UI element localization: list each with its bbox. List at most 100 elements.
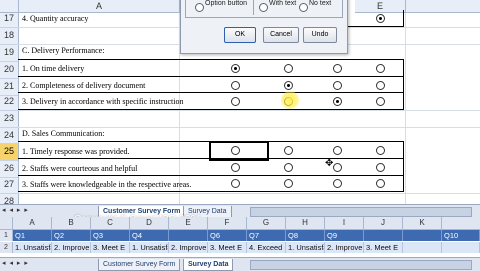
value-cell[interactable]: 2. Improve bbox=[325, 242, 364, 253]
row-number[interactable]: 27 bbox=[0, 176, 18, 194]
survey-data-grid: A B C D E F G H I J K 1 2 Q1 Q2 Q3 Q4 Q6… bbox=[0, 217, 480, 257]
row-number[interactable]: 22 bbox=[0, 93, 18, 111]
header-cell[interactable]: Q2 bbox=[52, 230, 91, 241]
column-header[interactable]: I bbox=[325, 217, 364, 230]
header-cell[interactable]: Q7 bbox=[247, 230, 286, 241]
radio-button[interactable] bbox=[231, 97, 240, 106]
radio-button[interactable] bbox=[333, 179, 342, 188]
radio-button[interactable] bbox=[376, 14, 385, 23]
question-specific-instruction[interactable]: 3. Delivery in accordance with specific … bbox=[22, 96, 184, 108]
horizontal-scrollbar[interactable] bbox=[250, 260, 472, 270]
table-border bbox=[18, 191, 404, 192]
row-number[interactable]: 23 bbox=[0, 110, 18, 128]
question-completeness-document[interactable]: 2. Completeness of delivery document bbox=[22, 80, 145, 92]
header-cell[interactable] bbox=[403, 230, 442, 241]
header-cell[interactable]: Q1 bbox=[13, 230, 52, 241]
column-header-a[interactable]: A bbox=[19, 0, 180, 13]
column-header[interactable]: K bbox=[403, 217, 442, 230]
section-delivery-performance[interactable]: C. Delivery Performance: bbox=[22, 45, 104, 57]
radio-button[interactable] bbox=[284, 81, 293, 90]
value-cell[interactable]: 3. Meet E bbox=[208, 242, 247, 253]
value-cell[interactable]: 1. Unsatisfa bbox=[13, 242, 52, 253]
column-header[interactable]: D bbox=[130, 217, 169, 230]
header-cell[interactable]: Q8 bbox=[286, 230, 325, 241]
value-cell[interactable]: 3. Meet E bbox=[91, 242, 130, 253]
radio-button[interactable] bbox=[231, 163, 240, 172]
value-cell[interactable]: 2. Improve bbox=[169, 242, 208, 253]
radio-button[interactable] bbox=[333, 146, 342, 155]
row-number[interactable]: 17 bbox=[0, 10, 18, 28]
radio-button[interactable] bbox=[284, 179, 293, 188]
header-cell[interactable] bbox=[169, 230, 208, 241]
column-header-e[interactable]: E bbox=[355, 0, 406, 13]
question-staff-knowledgeable[interactable]: 3. Staffs were knowledgeable in the resp… bbox=[22, 179, 191, 191]
radio-button[interactable] bbox=[333, 81, 342, 90]
radio-button[interactable] bbox=[333, 163, 342, 172]
radio-button[interactable] bbox=[231, 81, 240, 90]
section-sales-communication[interactable]: D. Sales Communication: bbox=[22, 128, 104, 140]
radio-button[interactable] bbox=[376, 81, 385, 90]
ok-button[interactable]: OK bbox=[224, 27, 256, 43]
horizontal-scrollbar[interactable] bbox=[250, 207, 472, 217]
radio-button[interactable] bbox=[376, 163, 385, 172]
question-timely-response[interactable]: 1. Timely response was provided. bbox=[22, 146, 130, 158]
undo-button[interactable]: Undo bbox=[303, 27, 337, 43]
value-cell[interactable] bbox=[442, 242, 480, 253]
column-header-f[interactable] bbox=[406, 0, 480, 13]
value-cell[interactable]: 2. Improve bbox=[52, 242, 91, 253]
sheet-nav-arrows[interactable]: ◂ ◂ ▸ ▸ bbox=[2, 206, 29, 214]
radio-button[interactable] bbox=[333, 64, 342, 73]
radio-button[interactable] bbox=[284, 163, 293, 172]
corner-cell[interactable] bbox=[0, 217, 13, 230]
value-cell[interactable]: 3. Meet E bbox=[364, 242, 403, 253]
column-header[interactable]: B bbox=[52, 217, 91, 230]
move-cursor-icon: ✥ bbox=[325, 158, 334, 169]
row-number-selected[interactable]: 25 bbox=[0, 143, 18, 161]
radio-button[interactable] bbox=[376, 146, 385, 155]
gridline bbox=[18, 110, 480, 111]
header-cell[interactable]: Q10 bbox=[442, 230, 480, 241]
column-header[interactable]: E bbox=[169, 217, 208, 230]
radio-button[interactable] bbox=[284, 64, 293, 73]
header-cell[interactable]: Q9 bbox=[325, 230, 364, 241]
radio-button[interactable] bbox=[231, 179, 240, 188]
radio-button[interactable] bbox=[333, 97, 342, 106]
dialog-group-box bbox=[185, 0, 343, 18]
question-quantity-accuracy[interactable]: 4. Quantity accuracy bbox=[22, 13, 88, 25]
column-header[interactable]: A bbox=[13, 217, 52, 230]
value-cell[interactable]: 1. Unsatisfa bbox=[130, 242, 169, 253]
header-cell[interactable]: Q3 bbox=[91, 230, 130, 241]
column-header[interactable]: C bbox=[91, 217, 130, 230]
value-cell[interactable]: 4. Exceed bbox=[247, 242, 286, 253]
sheet-tabs-bar-bottom: ◂ ◂ ▸ ▸ Customer Survey Form Survey Data bbox=[0, 257, 480, 271]
radio-button[interactable] bbox=[376, 97, 385, 106]
radio-button[interactable] bbox=[231, 64, 240, 73]
value-cell[interactable] bbox=[403, 242, 442, 253]
column-header[interactable]: H bbox=[286, 217, 325, 230]
column-header[interactable]: J bbox=[364, 217, 403, 230]
row-number[interactable]: 20 bbox=[0, 61, 18, 79]
row-number[interactable]: 19 bbox=[0, 44, 18, 62]
tab-survey-data[interactable]: Survey Data bbox=[183, 259, 234, 271]
question-staff-courteous[interactable]: 2. Staffs were courteous and helpful bbox=[22, 163, 137, 175]
mouse-highlight-icon bbox=[281, 91, 299, 109]
cancel-button[interactable]: Cancel bbox=[263, 27, 299, 43]
header-cell[interactable]: Q4 bbox=[130, 230, 169, 241]
column-header[interactable]: F bbox=[208, 217, 247, 230]
tab-customer-survey-form[interactable]: Customer Survey Form bbox=[98, 259, 181, 271]
header-cell[interactable]: Q6 bbox=[208, 230, 247, 241]
format-dialog: Option button With text No text OK Cance… bbox=[180, 0, 348, 54]
sheet-nav-arrows[interactable]: ◂ ◂ ▸ ▸ bbox=[2, 259, 29, 267]
question-on-time-delivery[interactable]: 1. On time delivery bbox=[22, 63, 84, 75]
radio-button[interactable] bbox=[376, 64, 385, 73]
row-number[interactable]: 18 bbox=[0, 27, 18, 45]
value-cell[interactable]: 1. Unsatisfa bbox=[286, 242, 325, 253]
radio-button[interactable] bbox=[231, 146, 240, 155]
radio-button[interactable] bbox=[376, 179, 385, 188]
header-cell[interactable] bbox=[364, 230, 403, 241]
row-number[interactable]: 1 bbox=[0, 230, 13, 241]
row-number[interactable]: 2 bbox=[0, 242, 13, 253]
radio-button[interactable] bbox=[284, 146, 293, 155]
column-header[interactable] bbox=[442, 217, 480, 230]
column-header[interactable]: G bbox=[247, 217, 286, 230]
